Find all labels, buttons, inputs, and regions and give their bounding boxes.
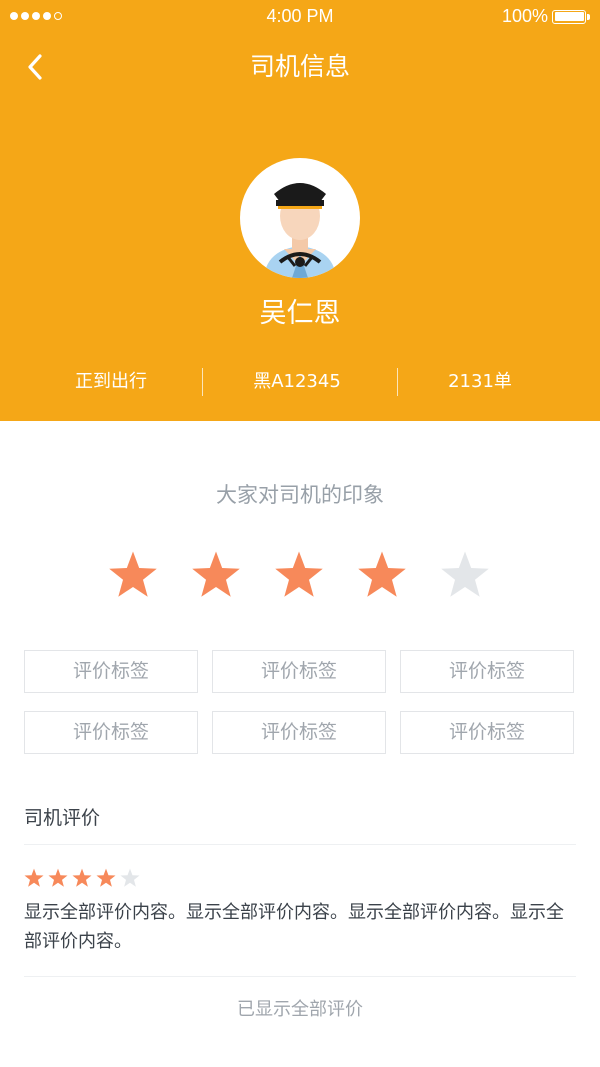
impression-tag[interactable]: 评价标签 <box>212 650 386 693</box>
battery-cap <box>587 13 590 20</box>
impression-title: 大家对司机的印象 <box>216 483 384 507</box>
driver-company: 正到出行 <box>75 371 147 392</box>
battery-icon <box>552 9 586 24</box>
divider <box>24 976 576 977</box>
all-reviews-shown-note: 已显示全部评价 <box>237 999 363 1020</box>
star-filled-icon <box>109 551 157 597</box>
star-empty-icon <box>120 868 140 887</box>
star-filled-icon <box>358 551 406 597</box>
star-filled-icon <box>275 551 323 597</box>
divider <box>24 844 576 845</box>
star-filled-icon <box>24 868 44 887</box>
star-filled-icon <box>72 868 92 887</box>
impression-tag[interactable]: 评价标签 <box>24 650 198 693</box>
driver-plate: 黑A12345 <box>253 371 341 392</box>
status-bar: 4:00 PM 100% <box>0 0 600 34</box>
driver-orders: 2131单 <box>448 371 512 392</box>
star-filled-icon <box>48 868 68 887</box>
star-empty-icon <box>441 551 489 597</box>
driver-header: 4:00 PM 100% 司机信息 吴仁恩 正到出行 黑A12345 2131单 <box>0 0 600 421</box>
star-filled-icon <box>192 551 240 597</box>
driver-avatar-icon <box>240 158 360 278</box>
impression-tag[interactable]: 评价标签 <box>400 650 574 693</box>
impression-tag[interactable]: 评价标签 <box>212 711 386 754</box>
page-title: 司机信息 <box>249 52 350 81</box>
impression-rating <box>0 550 600 600</box>
reviews-section-title: 司机评价 <box>24 807 101 829</box>
review-text: 显示全部评价内容。显示全部评价内容。显示全部评价内容。显示全部评价内容。 <box>24 902 564 952</box>
battery-status: 100% <box>502 6 590 27</box>
impression-tag[interactable]: 评价标签 <box>24 711 198 754</box>
battery-percent: 100% <box>501 6 548 26</box>
driver-stats: 正到出行 黑A12345 2131单 <box>0 362 600 402</box>
driver-name: 吴仁恩 <box>259 298 341 329</box>
impression-tag[interactable]: 评价标签 <box>400 711 574 754</box>
review-rating <box>24 868 154 890</box>
star-filled-icon <box>96 868 116 887</box>
